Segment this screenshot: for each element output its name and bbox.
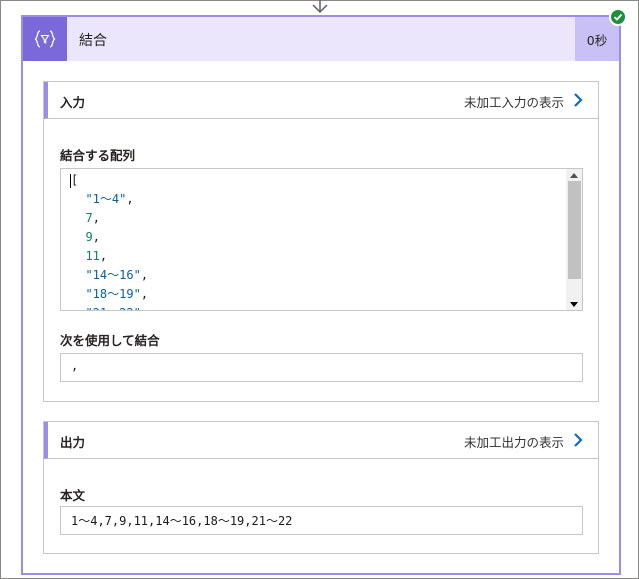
scrollbar-thumb[interactable] bbox=[568, 181, 581, 279]
chevron-right-icon[interactable] bbox=[572, 432, 584, 448]
action-title: 結合 bbox=[79, 33, 107, 49]
inputs-section-header: 入力 未加工入力の表示 bbox=[44, 82, 598, 119]
array-to-join-label: 結合する配列 bbox=[60, 148, 136, 163]
join-braces-icon bbox=[23, 17, 67, 61]
array-code-line: "21～22" bbox=[71, 304, 566, 310]
array-code-line: "14～16", bbox=[71, 268, 149, 282]
vertical-scrollbar[interactable] bbox=[566, 169, 582, 310]
array-code-view[interactable]: [ "1～4", 7, 9, 11, "14～16", "18～19", "21… bbox=[61, 169, 566, 310]
scroll-down-arrow-icon[interactable] bbox=[566, 298, 582, 310]
array-code-line: 11, bbox=[71, 249, 108, 263]
array-code-line: 9, bbox=[71, 230, 100, 244]
action-header[interactable]: 結合 0秒 bbox=[23, 17, 619, 61]
text-cursor bbox=[70, 173, 71, 188]
outputs-section-header: 出力 未加工出力の表示 bbox=[44, 422, 598, 459]
body-value: 1～4,7,9,11,14～16,18～19,21～22 bbox=[71, 514, 293, 528]
join-action-card: 結合 0秒 入力 未加工入力の表示 結合する配列 [ "1～4", 7, 9, … bbox=[21, 15, 621, 575]
chevron-right-icon[interactable] bbox=[572, 92, 584, 108]
array-code-line: 7, bbox=[71, 211, 100, 225]
body-value-box[interactable]: 1～4,7,9,11,14～16,18～19,21～22 bbox=[60, 506, 583, 535]
show-raw-outputs-link[interactable]: 未加工出力の表示 bbox=[464, 432, 564, 451]
outputs-section-title: 出力 bbox=[60, 435, 86, 450]
join-separator-value: , bbox=[71, 359, 79, 373]
outputs-section: 出力 未加工出力の表示 本文 1～4,7,9,11,14～16,18～19,21… bbox=[43, 421, 599, 554]
body-label: 本文 bbox=[60, 488, 86, 503]
array-code-line: "1～4", bbox=[71, 192, 134, 206]
array-code-line: [ bbox=[70, 173, 79, 188]
join-separator-box[interactable]: , bbox=[60, 353, 583, 382]
success-check-icon bbox=[609, 8, 627, 26]
array-value-box[interactable]: [ "1～4", 7, 9, 11, "14～16", "18～19", "21… bbox=[60, 168, 583, 311]
scroll-up-arrow-icon[interactable] bbox=[566, 169, 582, 181]
inputs-section-title: 入力 bbox=[60, 95, 86, 110]
inputs-section: 入力 未加工入力の表示 結合する配列 [ "1～4", 7, 9, 11, "1… bbox=[43, 81, 599, 402]
array-code-line: "18～19", bbox=[71, 287, 149, 301]
join-with-label: 次を使用して結合 bbox=[60, 333, 160, 348]
connector-arrow-icon bbox=[312, 0, 328, 14]
show-raw-inputs-link[interactable]: 未加工入力の表示 bbox=[464, 92, 564, 111]
